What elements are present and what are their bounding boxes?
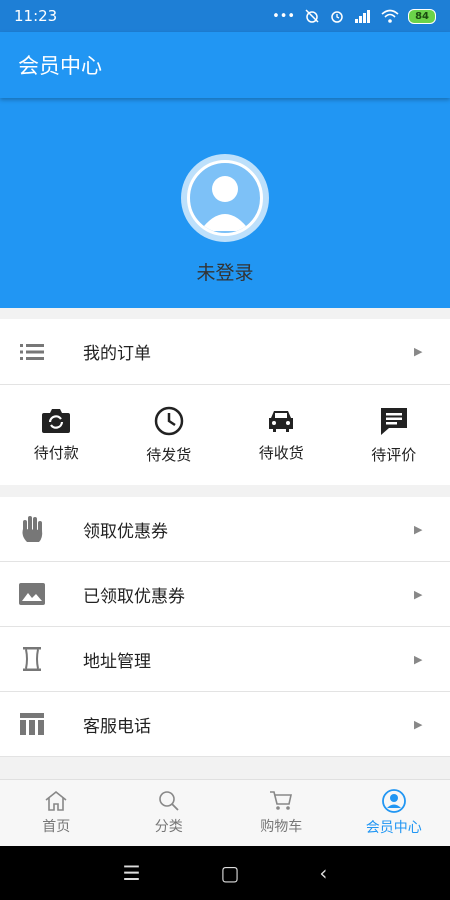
nav-item-label: 购物车: [260, 819, 303, 835]
back-icon[interactable]: ‹: [319, 861, 327, 885]
signal-icon: [355, 10, 371, 23]
battery-indicator: 84: [408, 8, 436, 24]
nav-item-cart[interactable]: 购物车: [225, 780, 338, 846]
order-status-label: 待付款: [33, 443, 79, 462]
user-icon: [187, 160, 263, 236]
menu-item-label: 领取优惠券: [83, 521, 168, 542]
nav-item-member-center[interactable]: 会员中心: [338, 780, 450, 846]
menu-item-address[interactable]: 地址管理 ▶: [0, 627, 450, 692]
nav-item-label: 首页: [42, 819, 71, 835]
chevron-right-icon: ▶: [414, 652, 423, 666]
hand-icon: [0, 514, 64, 544]
alarm-off-icon: [305, 9, 319, 23]
home-icon: [45, 790, 67, 811]
order-status-label: 待评价: [371, 445, 417, 464]
chevron-right-icon: ▶: [414, 345, 423, 358]
user-icon: [381, 789, 406, 813]
chevron-right-icon: ▶: [414, 717, 423, 731]
avatar[interactable]: [181, 154, 269, 242]
search-icon: [158, 791, 179, 811]
home-square-icon[interactable]: ▢: [221, 861, 240, 885]
status-icons: ••• 84: [272, 8, 436, 24]
my-orders-row[interactable]: 我的订单 ▶: [0, 319, 450, 385]
list-icon: [0, 343, 64, 361]
order-status-bar: 待付款 待发货 待收货 待评价: [0, 385, 450, 485]
status-time: 11:23: [14, 7, 58, 25]
page-title: 会员中心: [18, 54, 102, 78]
nav-item-label: 会员中心: [365, 820, 422, 836]
my-orders-label: 我的订单: [83, 344, 151, 364]
login-status[interactable]: 未登录: [196, 258, 253, 285]
nav-item-home[interactable]: 首页: [0, 780, 113, 846]
app-bar: 会员中心: [0, 32, 450, 98]
camera-icon: [42, 408, 71, 433]
order-status-label: 待发货: [146, 445, 192, 464]
comment-icon: [380, 407, 407, 435]
order-status-pending-payment[interactable]: 待付款: [0, 385, 113, 485]
image-icon: [0, 583, 64, 605]
menu-item-label: 地址管理: [83, 651, 151, 672]
order-status-pending-shipment[interactable]: 待发货: [113, 385, 226, 485]
cart-icon: [270, 791, 293, 810]
menu-item-label: 已领取优惠券: [83, 586, 185, 607]
menu-icon[interactable]: ☰: [123, 861, 141, 885]
profile-header: 未登录: [0, 98, 450, 308]
menu-item-get-coupons[interactable]: 领取优惠券 ▶: [0, 497, 450, 562]
order-status-pending-receipt[interactable]: 待收货: [225, 385, 338, 485]
system-nav-bar: ☰ ▢ ‹: [0, 846, 450, 900]
chevron-right-icon: ▶: [414, 587, 423, 601]
order-status-label: 待收货: [258, 443, 304, 462]
chevron-right-icon: ▶: [414, 522, 423, 536]
status-bar: 11:23 ••• 84: [0, 0, 450, 32]
more-icon: •••: [272, 8, 296, 24]
wifi-icon: [381, 9, 399, 23]
menu-item-claimed-coupons[interactable]: 已领取优惠券 ▶: [0, 562, 450, 627]
bottom-nav: 首页 分类 购物车 会员中心: [0, 779, 450, 846]
car-icon: [269, 410, 294, 432]
table-icon: [0, 713, 64, 735]
order-status-pending-review[interactable]: 待评价: [338, 385, 450, 485]
alarm-icon: [331, 11, 343, 23]
menu-item-label: 客服电话: [83, 716, 151, 737]
nav-item-label: 分类: [154, 819, 183, 835]
clock-icon: [154, 406, 183, 435]
nav-item-category[interactable]: 分类: [113, 780, 226, 846]
hourglass-icon: [0, 646, 64, 672]
menu-item-customer-service[interactable]: 客服电话 ▶: [0, 692, 450, 757]
